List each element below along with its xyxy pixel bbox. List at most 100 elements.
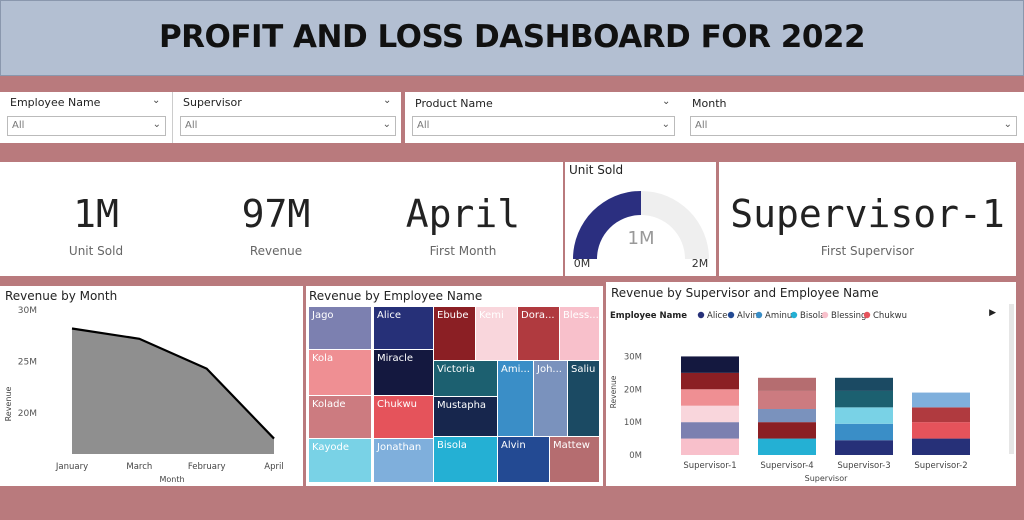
kpi-supervisor-card: Supervisor-1 First Supervisor: [719, 162, 1016, 276]
bar-segment: [912, 422, 970, 439]
bar-segment: [912, 438, 970, 455]
dropdown-value: All: [417, 120, 430, 131]
legend-title: Employee Name: [610, 311, 687, 321]
bar-segment: [835, 440, 893, 455]
legend-swatch: [727, 311, 735, 319]
month-dropdown[interactable]: All ⌄: [690, 116, 1017, 136]
x-tick-label: February: [188, 462, 226, 472]
bar-segment: [758, 390, 816, 409]
y-tick-label: 10M: [624, 418, 642, 428]
revenue-by-employee-card: Revenue by Employee Name Jago Alice Ebube K…: [306, 286, 603, 486]
kpi-first-month-value: April: [405, 192, 521, 236]
product-name-dropdown[interactable]: All ⌄: [412, 116, 675, 136]
kpi-panel: 1M Unit Sold 97M Revenue April First Mon…: [0, 162, 563, 276]
kpi-first-supervisor-value: Supervisor-1: [730, 192, 1005, 236]
treemap-tile[interactable]: Mustapha: [434, 397, 497, 436]
revenue-by-supervisor-card: Revenue by Supervisor and Employee Name …: [606, 282, 1016, 486]
bar-segment: [681, 438, 739, 455]
revenue-by-month-card: Revenue by Month Revenue Month 20M 25M 30M…: [0, 286, 303, 486]
treemap-tile[interactable]: Jago: [309, 307, 371, 349]
slicer-divider: [172, 92, 173, 143]
bar-segment: [758, 422, 816, 439]
legend-label: Bisola: [800, 311, 825, 321]
x-tick-label: Supervisor-2: [914, 461, 967, 471]
y-tick-label: 0M: [629, 451, 642, 461]
x-tick-label: March: [126, 462, 152, 472]
gauge-max: 2M: [692, 257, 709, 270]
kpi-revenue-value: 97M: [241, 192, 311, 236]
bar-segment: [912, 407, 970, 423]
treemap-tile[interactable]: Bless...: [560, 307, 599, 360]
treemap-tile[interactable]: Alice: [374, 307, 433, 349]
employee-name-dropdown[interactable]: All ⌄: [7, 116, 166, 136]
treemap-chart: Jago Alice Ebube Kemi Dora... Bless... Kola Mir…: [306, 286, 603, 486]
y-tick-label: 25M: [18, 357, 37, 367]
stacked-bar-chart: Employee Name Revenue Supervisor 0M 10M 20…: [609, 311, 970, 483]
kpi-unit-sold-label: Unit Sold: [68, 244, 124, 258]
treemap-tile[interactable]: Saliu: [568, 361, 599, 436]
dropdown-value: All: [185, 120, 198, 131]
treemap-tile[interactable]: Dora...: [518, 307, 559, 360]
kpi-revenue-label: Revenue: [249, 244, 303, 258]
treemap-tile[interactable]: Kolade: [309, 396, 371, 438]
x-tick-label: Supervisor-4: [760, 461, 813, 471]
bar-segment: [681, 389, 739, 406]
bar-segment: [758, 438, 816, 455]
bar-segment: [681, 422, 739, 439]
legend-label: Blessing: [831, 311, 866, 321]
chevron-down-icon[interactable]: ⌄: [152, 95, 160, 106]
legend-label: Alice: [707, 311, 727, 321]
supervisor-dropdown[interactable]: All ⌄: [180, 116, 396, 136]
dropdown-value: All: [12, 120, 25, 131]
legend-label: Chukwu: [873, 311, 907, 321]
dashboard-banner: PROFIT AND LOSS DASHBOARD FOR 2022: [0, 0, 1024, 76]
bar-segment: [835, 407, 893, 424]
treemap-tile[interactable]: Kola: [309, 350, 371, 395]
legend-swatch: [697, 311, 705, 319]
chevron-down-icon[interactable]: ⌄: [383, 95, 391, 106]
x-tick-label: January: [55, 462, 88, 472]
slicer-label-month: Month: [692, 97, 727, 110]
x-axis-label: Supervisor: [805, 474, 848, 483]
slicer-panel-right: Product Name ⌄ All ⌄ Month All ⌄: [405, 92, 1024, 143]
slicer-label-product: Product Name: [415, 97, 493, 110]
treemap-tile[interactable]: Kayode: [309, 439, 371, 482]
bar-segment: [681, 356, 739, 373]
legend-label: Aminu: [765, 311, 792, 321]
legend-swatch: [863, 311, 871, 319]
legend-swatch: [790, 311, 798, 319]
x-tick-label: Supervisor-1: [683, 461, 736, 471]
kpi-first-supervisor-label: First Supervisor: [820, 244, 915, 258]
bar-segment: [835, 423, 893, 441]
bar-segment: [912, 392, 970, 408]
gauge-value: 1M: [628, 228, 655, 249]
treemap-tile[interactable]: Chukwu: [374, 396, 433, 438]
chevron-down-icon: ⌄: [661, 119, 670, 130]
legend-label: Alvin: [737, 311, 758, 321]
treemap-tile[interactable]: Alvin: [498, 437, 549, 482]
area-fill: [72, 328, 274, 454]
legend-swatch: [755, 311, 763, 319]
treemap-tile[interactable]: Jonathan: [374, 439, 433, 482]
chevron-down-icon[interactable]: ⌄: [662, 96, 670, 107]
y-axis-label: Revenue: [4, 387, 13, 422]
chevron-down-icon: ⌄: [1003, 119, 1012, 130]
treemap-tile[interactable]: Kemi: [476, 307, 517, 360]
bar-segment: [758, 409, 816, 423]
bar-segment: [835, 390, 893, 408]
treemap-tile[interactable]: Ebube: [434, 307, 475, 360]
treemap-tile[interactable]: Joh...: [534, 361, 567, 436]
kpi-unit-sold-value: 1M: [73, 192, 119, 236]
treemap-tile[interactable]: Mattew: [550, 437, 599, 482]
legend-swatch: [821, 311, 829, 319]
bar-segment: [835, 377, 893, 391]
y-tick-label: 30M: [624, 352, 642, 362]
dashboard-title: PROFIT AND LOSS DASHBOARD FOR 2022: [158, 19, 866, 55]
treemap-tile[interactable]: Ami...: [498, 361, 533, 436]
chart-scrollbar[interactable]: [1009, 304, 1014, 454]
chevron-down-icon: ⌄: [152, 119, 161, 130]
treemap-tile[interactable]: Bisola: [434, 437, 497, 482]
treemap-tile[interactable]: Miracle: [374, 350, 433, 395]
bar-segment: [758, 377, 816, 391]
treemap-tile[interactable]: Victoria: [434, 361, 497, 396]
